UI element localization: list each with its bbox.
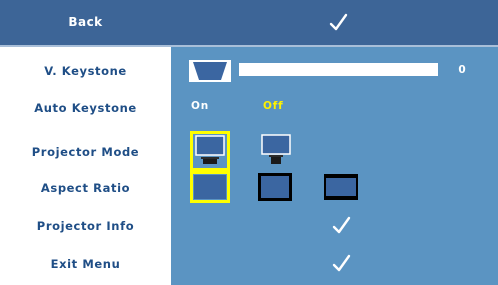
projector-info-checkmark-icon[interactable] <box>329 214 353 238</box>
auto-keystone-on[interactable]: On <box>191 96 209 116</box>
projector-mode-label: Projector Mode <box>31 145 140 159</box>
aspect-ratio-label: Aspect Ratio <box>40 181 131 195</box>
v-keystone-slider[interactable] <box>239 63 438 76</box>
exit-menu-checkmark-icon[interactable] <box>329 252 353 276</box>
rear-projection-icon[interactable] <box>259 133 293 167</box>
projector-info-label: Projector Info <box>36 219 135 233</box>
v-keystone-value: 0 <box>458 64 466 76</box>
16-9-ratio-icon[interactable] <box>324 174 358 200</box>
back-checkmark-icon[interactable] <box>326 11 350 35</box>
native-ratio-icon[interactable] <box>194 175 226 199</box>
keystone-trapezoid-icon <box>189 60 231 82</box>
v-keystone-label: V. Keystone <box>44 64 127 78</box>
auto-keystone-off[interactable]: Off <box>263 96 283 116</box>
osd-menu: Back V. Keystone Auto Keystone Projector… <box>0 0 498 285</box>
4-3-ratio-icon[interactable] <box>258 173 292 201</box>
front-projection-icon[interactable] <box>193 134 227 168</box>
back-row[interactable]: Back <box>0 0 498 47</box>
back-label: Back <box>68 15 103 29</box>
auto-keystone-label: Auto Keystone <box>34 101 137 115</box>
exit-menu-label: Exit Menu <box>50 257 121 271</box>
